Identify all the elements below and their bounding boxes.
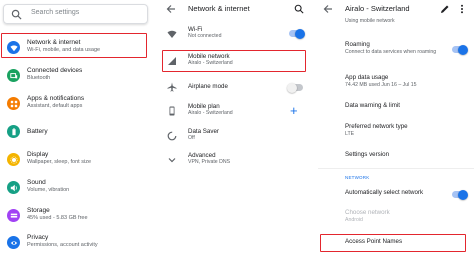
advanced-subtitle: VPN, Private DNS [188,159,231,165]
auto-select-network-title: Automatically select network [345,189,424,196]
settings-item-storage[interactable]: Storage 45% used - 5.83 GB free [0,202,152,230]
settings-version-title: Settings version [345,151,390,158]
roaming-subtitle: Connect to data services when roaming [345,49,437,55]
wifi-icon [167,30,177,38]
app-bar: Network & internet [161,0,309,17]
settings-item-subtitle: Bluetooth [27,75,51,81]
divider [318,168,474,169]
page-title: Airalo - Switzerland [345,4,410,13]
carrier-status-row: Using mobile network [318,17,474,27]
highlight-mobile-network [162,50,306,72]
settings-item-display[interactable]: Display Wallpaper, sleep, font size [0,146,152,174]
battery-icon [7,125,20,138]
mobile-plan-subtitle: Airalo - Switzerland [188,110,233,116]
back-arrow-icon[interactable] [323,4,333,14]
airplane-mode-row[interactable]: Airplane mode [161,75,309,99]
preferred-network-title: Preferred network type [345,123,408,130]
app-bar: Airalo - Switzerland [318,0,474,17]
wifi-row[interactable]: Wi-Fi Not connected [161,22,309,46]
storage-icon [7,209,20,222]
settings-item-title: Display [27,151,49,158]
mobile-plan-row[interactable]: Mobile plan Airalo - Switzerland + [161,99,309,123]
highlight-network-internet [1,33,147,58]
wifi-title: Wi-Fi [188,26,203,33]
choose-network-row: Choose network Android [318,209,474,229]
settings-item-subtitle: Assistant, default apps [27,103,83,109]
settings-item-connected-devices[interactable]: Connected devices Bluetooth [0,62,152,90]
roaming-toggle[interactable] [452,44,468,55]
settings-item-title: Sound [27,179,46,186]
wifi-status: Not connected [188,33,222,39]
settings-item-subtitle: Volume, vibration [27,187,70,193]
airplane-mode-title: Airplane mode [188,83,228,90]
sound-icon [7,181,20,194]
app-data-usage-subtitle: 74.42 MB used Jun 16 – Jul 15 [345,82,417,88]
settings-item-title: Privacy [27,234,49,241]
settings-version-row[interactable]: Settings version [318,149,474,163]
settings-item-subtitle: Permissions, account activity [27,242,98,248]
preferred-network-row[interactable]: Preferred network type LTE [318,120,474,142]
edit-pencil-icon[interactable] [440,4,450,14]
choose-network-title: Choose network [345,209,390,216]
mobile-plan-icon [169,106,175,116]
apps-icon [7,97,20,110]
search-bar[interactable]: Search settings [3,4,148,24]
add-icon[interactable]: + [290,104,298,117]
settings-item-sound[interactable]: Sound Volume, vibration [0,174,152,202]
page-title: Network & internet [188,4,250,13]
airplane-icon [167,82,177,92]
settings-main-panel: Search settings Network & internet Wi-Fi… [0,0,152,257]
roaming-row[interactable]: Roaming Connect to data services when ro… [318,38,474,62]
advanced-row[interactable]: Advanced VPN, Private DNS [161,148,309,172]
display-icon [7,153,20,166]
auto-select-network-row[interactable]: Automatically select network [318,186,474,202]
choose-network-subtitle: Android [345,217,363,223]
settings-item-title: Connected devices [27,67,83,74]
data-warning-title: Data warning & limit [345,102,401,109]
settings-item-apps[interactable]: Apps & notifications Assistant, default … [0,90,152,118]
settings-item-subtitle: 45% used - 5.83 GB free [27,215,88,221]
settings-item-title: Apps & notifications [27,95,85,102]
carrier-status: Using mobile network [345,18,395,24]
data-saver-icon [167,131,177,141]
preferred-network-value: LTE [345,131,355,137]
auto-select-network-toggle[interactable] [452,189,468,200]
privacy-icon [7,236,20,249]
settings-item-privacy[interactable]: Privacy Permissions, account activity [0,229,152,257]
settings-item-title: Battery [27,128,48,135]
data-warning-row[interactable]: Data warning & limit [318,100,474,114]
wifi-toggle[interactable] [289,28,305,39]
more-vert-icon[interactable] [457,4,467,14]
data-saver-row[interactable]: Data Saver Off [161,124,309,148]
settings-item-battery[interactable]: Battery [0,118,152,146]
section-header-network: NETWORK [345,175,370,180]
search-icon[interactable] [294,4,304,14]
data-saver-title: Data Saver [188,128,219,135]
settings-item-title: Storage [27,207,50,214]
settings-item-subtitle: Wallpaper, sleep, font size [27,159,91,165]
app-data-usage-title: App data usage [345,74,389,81]
highlight-access-point-names [320,234,466,252]
data-saver-status: Off [188,135,195,141]
devices-icon [7,69,20,82]
network-internet-panel: Network & internet Wi-Fi Not connected M… [161,0,309,257]
back-arrow-icon[interactable] [166,4,176,14]
advanced-title: Advanced [188,152,216,159]
app-data-usage-row[interactable]: App data usage 74.42 MB used Jun 16 – Ju… [318,73,474,95]
search-icon [11,9,22,20]
roaming-title: Roaming [345,41,370,48]
mobile-plan-title: Mobile plan [188,103,220,110]
chevron-down-icon [168,158,176,163]
airalo-switzerland-panel: Airalo - Switzerland Using mobile networ… [318,0,474,257]
airplane-mode-toggle[interactable] [287,82,303,93]
search-placeholder: Search settings [31,9,80,16]
